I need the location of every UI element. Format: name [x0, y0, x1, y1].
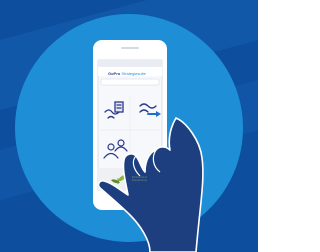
- app-title: GoPro Strategiesuite: [108, 71, 146, 76]
- illustration-canvas: [0, 0, 258, 252]
- app-brand: GoPro: [108, 71, 121, 76]
- app-subtitle: Strategiesuite: [121, 71, 146, 76]
- phone-speaker: [121, 47, 139, 49]
- footer-logo-text: Bodenschutz Brandenburg: [132, 176, 147, 182]
- app-promo-illustration: GoPro Strategiesuite Bodenschutz Branden…: [0, 0, 258, 252]
- footer-line-2: Brandenburg: [132, 179, 147, 182]
- search-bar[interactable]: [100, 78, 160, 86]
- status-bar: [98, 60, 162, 67]
